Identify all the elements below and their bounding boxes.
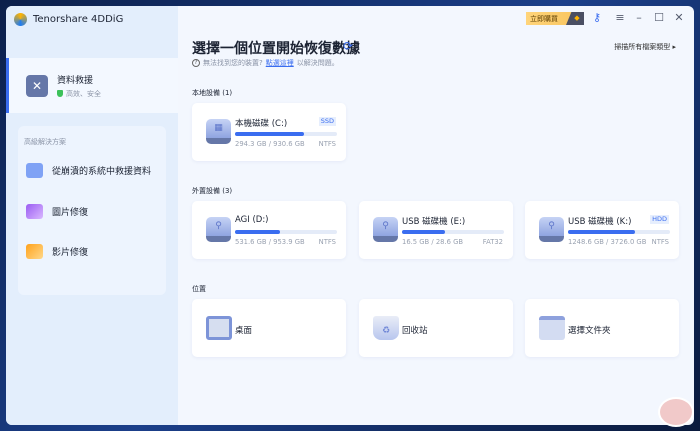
usb-drive-icon: ⚲: [206, 217, 231, 242]
page-title: 選擇一個位置開始恢復數據: [192, 41, 360, 57]
key-icon[interactable]: ⚷: [590, 11, 604, 24]
item-label: 從崩潰的系統中救援資料: [52, 167, 152, 177]
buy-label: 立即購買: [530, 14, 558, 23]
sidebar-item-system-crash[interactable]: 從崩潰的系統中救援資料: [26, 163, 151, 178]
drive-name: USB 磁碟機 (K:): [568, 217, 632, 227]
drive-name: USB 磁碟機 (E:): [402, 217, 466, 227]
location-label: 回收站: [402, 326, 428, 336]
rescue-subtitle-text: 高效、安全: [66, 89, 101, 98]
folder-icon: [539, 316, 565, 340]
location-label: 選擇文件夾: [568, 326, 611, 336]
app-title: Tenorshare 4DDiG: [33, 14, 124, 25]
location-label: 桌面: [235, 326, 253, 336]
local-devices-label: 本地設備 (1): [192, 89, 233, 97]
drive-filesystem: NTFS: [318, 238, 336, 246]
close-icon[interactable]: ✕: [672, 11, 686, 24]
location-recycle-bin[interactable]: ♻ 回收站: [359, 299, 513, 357]
recycle-bin-icon: ♻: [373, 316, 399, 340]
help-link[interactable]: 點選這裡: [266, 58, 294, 68]
sidebar-item-video-repair[interactable]: 影片修復: [26, 244, 88, 259]
buy-now-button[interactable]: 立即購買 ◆: [526, 12, 584, 25]
drive-card[interactable]: ⚲ USB 磁碟機 (E:) 16.5 GB / 28.6 GB FAT32: [359, 201, 513, 259]
minimize-icon[interactable]: –: [632, 11, 646, 24]
help-line: ? 無法找到您的裝置? 點選這裡 以解決問題。: [192, 58, 339, 68]
monitor-icon: [206, 316, 232, 340]
drive-size: 294.3 GB / 930.6 GB: [235, 140, 305, 148]
item-label: 圖片修復: [52, 208, 89, 218]
drive-size: 531.6 GB / 953.9 GB: [235, 238, 305, 246]
usage-fill: [568, 230, 636, 234]
app-window: Tenorshare 4DDiG ✕ 資料救援 高效、安全 高級解決方案 從崩潰…: [6, 6, 694, 425]
drive-type-badge: SSD: [318, 117, 336, 126]
advanced-title: 高級解決方案: [24, 138, 66, 146]
usage-fill: [235, 230, 280, 234]
drive-filesystem: NTFS: [651, 238, 669, 246]
usage-bar: [235, 132, 337, 136]
sidebar: Tenorshare 4DDiG ✕ 資料救援 高效、安全 高級解決方案 從崩潰…: [6, 6, 178, 425]
drive-card[interactable]: ▦ 本機磁碟 (C:) SSD 294.3 GB / 930.6 GB NTFS: [192, 103, 346, 161]
drive-size: 16.5 GB / 28.6 GB: [402, 238, 464, 246]
tools-icon: ✕: [26, 74, 48, 97]
usb-drive-icon: ⚲: [373, 217, 398, 242]
drive-card[interactable]: ⚲ USB 磁碟機 (K:) HDD 1248.6 GB / 3726.0 GB…: [525, 201, 679, 259]
usage-bar: [235, 230, 337, 234]
location-desktop[interactable]: 桌面: [192, 299, 346, 357]
drive-name: 本機磁碟 (C:): [235, 119, 288, 129]
usage-bar: [568, 230, 670, 234]
drive-name: AGI (D:): [235, 215, 269, 225]
pc-restore-icon: [26, 163, 43, 178]
photo-icon: [26, 204, 43, 219]
drive-filesystem: FAT32: [482, 238, 503, 246]
external-devices-label: 外置設備 (3): [192, 187, 233, 195]
hard-drive-icon: ▦: [206, 119, 231, 144]
drive-card[interactable]: ⚲ AGI (D:) 531.6 GB / 953.9 GB NTFS: [192, 201, 346, 259]
usage-fill: [235, 132, 305, 136]
refresh-icon[interactable]: ⟳: [343, 39, 353, 53]
drive-size: 1248.6 GB / 3726.0 GB: [568, 238, 647, 246]
watermark-logo: [658, 397, 694, 427]
diamond-icon: ◆: [566, 12, 584, 25]
help-text: 無法找到您的裝置?: [203, 59, 263, 67]
usage-fill: [402, 230, 445, 234]
help-suffix: 以解決問題。: [296, 59, 339, 67]
rescue-title: 資料救援: [57, 75, 94, 86]
main-panel: 立即購買 ◆ ⚷ ≡ – ☐ ✕ 選擇一個位置開始恢復數據 ⟳ 掃描所有檔案類型 …: [178, 6, 694, 425]
sidebar-item-photo-repair[interactable]: 圖片修復: [26, 204, 88, 219]
location-select-folder[interactable]: 選擇文件夾: [525, 299, 679, 357]
maximize-icon[interactable]: ☐: [652, 11, 666, 24]
rescue-subtitle: 高效、安全: [57, 89, 101, 99]
drive-filesystem: NTFS: [318, 140, 336, 148]
scan-all-types-link[interactable]: 掃描所有檔案類型 ▸: [614, 42, 676, 52]
locations-label: 位置: [192, 285, 206, 293]
logo-icon: [14, 13, 27, 26]
menu-icon[interactable]: ≡: [613, 11, 627, 24]
video-icon: [26, 244, 43, 259]
shield-icon: [57, 90, 63, 97]
usb-drive-icon: ⚲: [539, 217, 564, 242]
drive-type-badge: HDD: [650, 215, 669, 224]
item-label: 影片修復: [52, 248, 89, 258]
advanced-panel: 高級解決方案 從崩潰的系統中救援資料 圖片修復 影片修復: [18, 126, 166, 295]
sidebar-item-data-rescue[interactable]: ✕ 資料救援 高效、安全: [6, 58, 178, 113]
usage-bar: [402, 230, 504, 234]
question-icon: ?: [192, 59, 200, 67]
app-logo: Tenorshare 4DDiG: [14, 13, 123, 26]
